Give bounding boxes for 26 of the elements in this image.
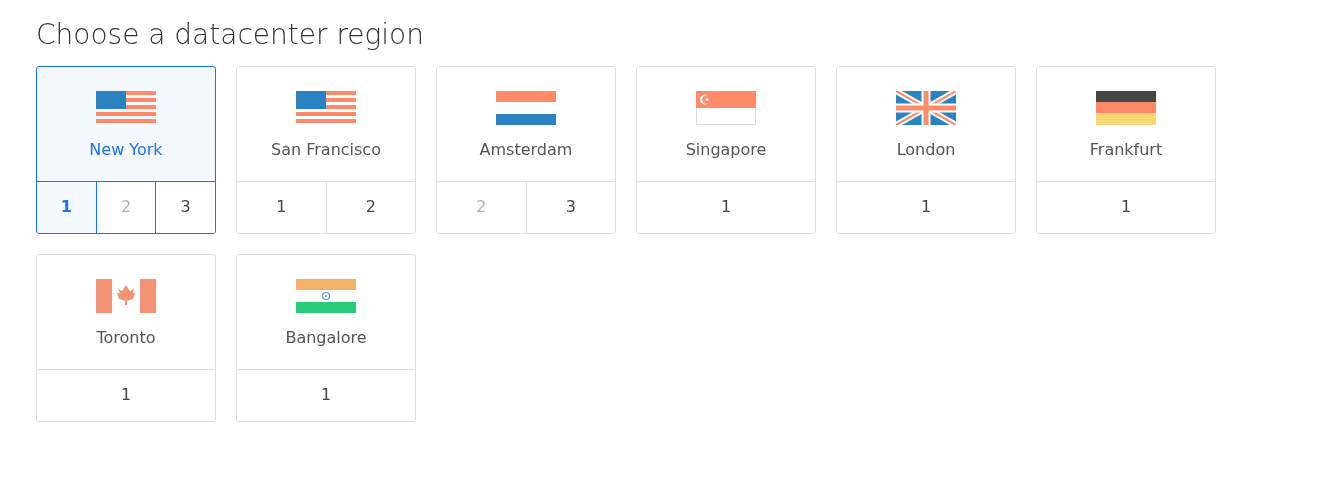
- region-name: San Francisco: [271, 138, 381, 161]
- datacenter-option[interactable]: 2: [325, 181, 415, 233]
- region-card[interactable]: San Francisco 1 2: [236, 65, 416, 234]
- region-name: Bangalore: [285, 326, 367, 349]
- page-title: Choose a datacenter region: [36, 18, 425, 52]
- datacenter-option[interactable]: 3: [525, 181, 615, 233]
- region-name: London: [896, 138, 956, 161]
- flag-icon: [496, 90, 556, 125]
- flag-icon: [96, 278, 156, 313]
- flag-icon: [96, 90, 156, 125]
- region-card[interactable]: Singapore 1: [636, 65, 816, 234]
- region-name: Frankfurt: [1089, 138, 1163, 161]
- region-card[interactable]: Frankfurt 1: [1036, 65, 1216, 234]
- flag-icon: [896, 90, 956, 125]
- flag-icon: [696, 90, 756, 125]
- region-card[interactable]: Toronto 1: [36, 253, 216, 422]
- flag-icon: [1096, 90, 1156, 125]
- region-name: New York: [89, 138, 163, 161]
- region-name: Singapore: [685, 138, 767, 161]
- region-name: Toronto: [96, 326, 156, 349]
- flag-icon: [296, 278, 356, 313]
- region-card[interactable]: London 1: [836, 65, 1016, 234]
- datacenter-option[interactable]: 3: [155, 181, 215, 233]
- region-card[interactable]: Bangalore 1: [236, 253, 416, 422]
- flag-icon: [296, 90, 356, 125]
- region-name: Amsterdam: [479, 138, 573, 161]
